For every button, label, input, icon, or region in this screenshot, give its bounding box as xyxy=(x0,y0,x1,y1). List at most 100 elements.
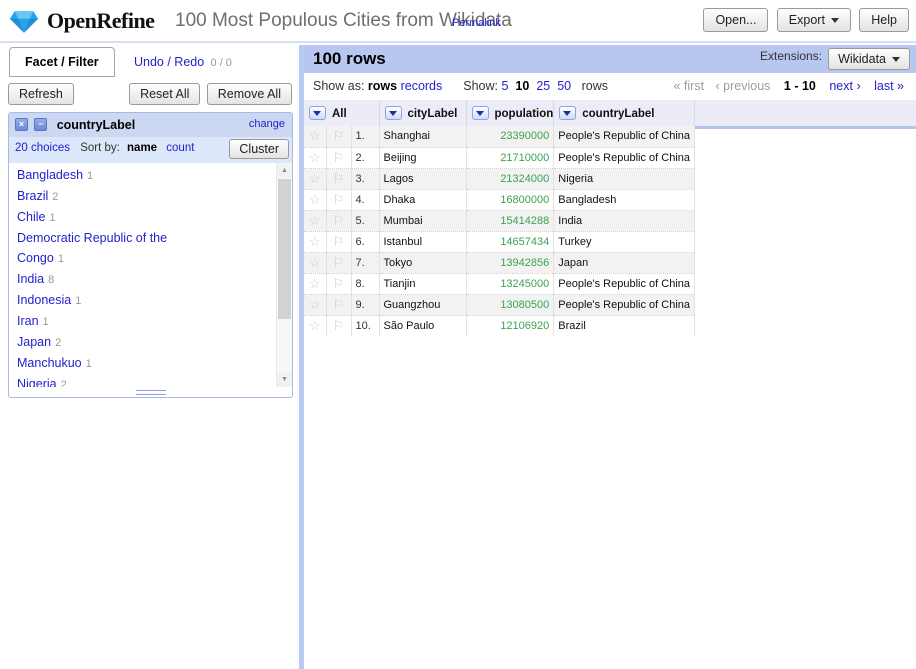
facet-choice-count-link[interactable]: 20 choices xyxy=(15,142,70,154)
country-cell[interactable]: People's Republic of China xyxy=(554,294,695,315)
flag-cell[interactable]: ⚐ xyxy=(326,168,351,189)
scroll-down-icon[interactable]: ▼ xyxy=(277,372,292,387)
facet-close-icon[interactable]: × xyxy=(15,118,28,131)
star-icon[interactable]: ☆ xyxy=(309,192,321,207)
flag-icon[interactable]: ⚐ xyxy=(333,234,345,249)
facet-scrollbar[interactable]: ▲ ▼ xyxy=(276,163,292,387)
tab-undo-redo[interactable]: Undo / Redo xyxy=(134,55,204,69)
star-icon[interactable]: ☆ xyxy=(309,297,321,312)
export-button[interactable]: Export xyxy=(777,8,851,32)
star-cell[interactable]: ☆ xyxy=(304,126,326,147)
star-icon[interactable]: ☆ xyxy=(309,150,321,165)
flag-icon[interactable]: ⚐ xyxy=(333,128,345,143)
page-size-option-50[interactable]: 50 xyxy=(557,79,571,93)
city-cell[interactable]: Istanbul xyxy=(379,231,466,252)
facet-choice-label[interactable]: Manchukuo xyxy=(17,356,82,370)
column-dropdown-icon[interactable] xyxy=(559,106,576,120)
country-cell[interactable]: Brazil xyxy=(554,315,695,336)
refresh-button[interactable]: Refresh xyxy=(8,83,74,105)
star-icon[interactable]: ☆ xyxy=(309,171,321,186)
wikidata-extension-button[interactable]: Wikidata xyxy=(828,48,910,70)
tab-facet-filter[interactable]: Facet / Filter xyxy=(9,47,115,77)
population-cell[interactable]: 13245000 xyxy=(466,273,554,294)
city-cell[interactable]: Lagos xyxy=(379,168,466,189)
facet-choice-label[interactable]: Iran xyxy=(17,314,39,328)
star-icon[interactable]: ☆ xyxy=(309,128,321,143)
city-cell[interactable]: Mumbai xyxy=(379,210,466,231)
flag-icon[interactable]: ⚐ xyxy=(333,213,345,228)
flag-cell[interactable]: ⚐ xyxy=(326,126,351,147)
column-dropdown-icon[interactable] xyxy=(472,106,489,120)
open-button[interactable]: Open... xyxy=(703,8,768,32)
country-cell[interactable]: People's Republic of China xyxy=(554,273,695,294)
flag-icon[interactable]: ⚐ xyxy=(333,297,345,312)
facet-choice-label[interactable]: Indonesia xyxy=(17,293,71,307)
last-page-link[interactable]: last » xyxy=(874,79,904,93)
population-cell[interactable]: 23390000 xyxy=(466,126,554,147)
sort-by-name-option[interactable]: name xyxy=(127,142,157,154)
facet-choice-label[interactable]: Democratic Republic of the Congo xyxy=(17,231,167,265)
show-as-records-option[interactable]: records xyxy=(401,79,443,93)
city-cell[interactable]: Beijing xyxy=(379,147,466,168)
reset-all-button[interactable]: Reset All xyxy=(129,83,200,105)
star-cell[interactable]: ☆ xyxy=(304,294,326,315)
country-cell[interactable]: Nigeria xyxy=(554,168,695,189)
population-cell[interactable]: 16800000 xyxy=(466,189,554,210)
star-cell[interactable]: ☆ xyxy=(304,210,326,231)
facet-choice-label[interactable]: India xyxy=(17,272,44,286)
population-cell[interactable]: 12106920 xyxy=(466,315,554,336)
flag-cell[interactable]: ⚐ xyxy=(326,189,351,210)
star-icon[interactable]: ☆ xyxy=(309,318,321,333)
facet-choice-label[interactable]: Nigeria xyxy=(17,377,57,387)
flag-cell[interactable]: ⚐ xyxy=(326,210,351,231)
star-icon[interactable]: ☆ xyxy=(309,213,321,228)
population-cell[interactable]: 21710000 xyxy=(466,147,554,168)
country-cell[interactable]: Turkey xyxy=(554,231,695,252)
city-cell[interactable]: Shanghai xyxy=(379,126,466,147)
column-dropdown-icon[interactable] xyxy=(309,106,326,120)
page-size-option-5[interactable]: 5 xyxy=(501,79,508,93)
star-cell[interactable]: ☆ xyxy=(304,231,326,252)
permalink-link[interactable]: Permalink xyxy=(452,17,501,29)
scroll-up-icon[interactable]: ▲ xyxy=(277,163,292,178)
city-cell[interactable]: Dhaka xyxy=(379,189,466,210)
population-cell[interactable]: 15414288 xyxy=(466,210,554,231)
cluster-button[interactable]: Cluster xyxy=(229,139,289,159)
star-cell[interactable]: ☆ xyxy=(304,273,326,294)
star-cell[interactable]: ☆ xyxy=(304,252,326,273)
country-cell[interactable]: Bangladesh xyxy=(554,189,695,210)
star-cell[interactable]: ☆ xyxy=(304,147,326,168)
facet-choice-label[interactable]: Japan xyxy=(17,335,51,349)
star-icon[interactable]: ☆ xyxy=(309,234,321,249)
facet-resize-handle[interactable] xyxy=(9,387,292,397)
column-dropdown-icon[interactable] xyxy=(385,106,402,120)
flag-icon[interactable]: ⚐ xyxy=(333,276,345,291)
facet-choice-label[interactable]: Bangladesh xyxy=(17,168,83,182)
next-page-link[interactable]: next › xyxy=(829,79,860,93)
population-cell[interactable]: 13080500 xyxy=(466,294,554,315)
flag-icon[interactable]: ⚐ xyxy=(333,192,345,207)
city-cell[interactable]: São Paulo xyxy=(379,315,466,336)
country-cell[interactable]: India xyxy=(554,210,695,231)
facet-choice-label[interactable]: Chile xyxy=(17,210,46,224)
flag-icon[interactable]: ⚐ xyxy=(333,171,345,186)
flag-icon[interactable]: ⚐ xyxy=(333,150,345,165)
country-cell[interactable]: People's Republic of China xyxy=(554,147,695,168)
flag-cell[interactable]: ⚐ xyxy=(326,294,351,315)
star-cell[interactable]: ☆ xyxy=(304,168,326,189)
page-size-option-10[interactable]: 10 xyxy=(515,79,529,93)
country-cell[interactable]: Japan xyxy=(554,252,695,273)
flag-icon[interactable]: ⚐ xyxy=(333,318,345,333)
flag-cell[interactable]: ⚐ xyxy=(326,252,351,273)
country-cell[interactable]: People's Republic of China xyxy=(554,126,695,147)
facet-change-link[interactable]: change xyxy=(249,118,285,130)
remove-all-button[interactable]: Remove All xyxy=(207,83,292,105)
city-cell[interactable]: Tokyo xyxy=(379,252,466,273)
population-cell[interactable]: 21324000 xyxy=(466,168,554,189)
population-cell[interactable]: 13942856 xyxy=(466,252,554,273)
city-cell[interactable]: Tianjin xyxy=(379,273,466,294)
flag-icon[interactable]: ⚐ xyxy=(333,255,345,270)
facet-minimize-icon[interactable]: − xyxy=(34,118,47,131)
page-size-option-25[interactable]: 25 xyxy=(536,79,550,93)
show-as-rows-option[interactable]: rows xyxy=(368,79,397,93)
